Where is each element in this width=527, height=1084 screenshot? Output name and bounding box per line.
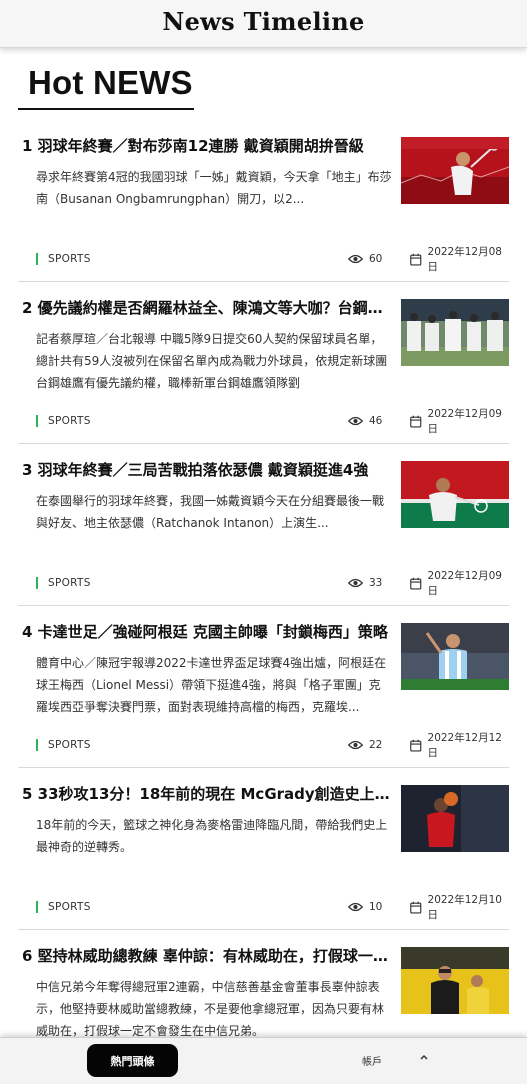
news-thumbnail[interactable] (401, 137, 509, 204)
news-meta: SPORTS 33 2022年12月09日 (36, 570, 509, 597)
eye-icon (348, 578, 363, 588)
view-count: 22 (348, 739, 410, 751)
publish-date-value: 2022年12月09日 (427, 408, 502, 435)
news-category[interactable]: SPORTS (48, 901, 348, 913)
calendar-icon (410, 415, 422, 428)
view-count: 46 (348, 415, 410, 427)
publish-date: 2022年12月10日 (410, 892, 509, 922)
news-summary: 18年前的今天，籃球之神化身為麥格雷迪降臨凡間，帶給我們史上最神奇的逆轉秀。 (36, 818, 388, 854)
news-feed: 1 羽球年終賽／對布莎南12連勝 戴資穎開胡拚晉級 尋求年終賽第4冠的我國羽球「… (18, 120, 509, 1084)
news-category[interactable]: SPORTS (48, 415, 348, 427)
news-summary: 中信兄弟今年奪得總冠軍2連霸，中信慈善基金會董事長辜仲諒表示，他堅持要林威助當總… (36, 980, 385, 1038)
publish-date: 2022年12月12日 (410, 730, 509, 760)
view-count: 33 (348, 577, 410, 589)
hot-headlines-button[interactable]: 熱門頭條 (87, 1044, 178, 1077)
news-meta: SPORTS 60 2022年12月08日 (36, 246, 509, 273)
eye-icon (348, 254, 363, 264)
app-title: News Timeline (162, 7, 365, 36)
news-card[interactable]: 1 羽球年終賽／對布莎南12連勝 戴資穎開胡拚晉級 尋求年終賽第4冠的我國羽球「… (18, 120, 509, 282)
news-category[interactable]: SPORTS (48, 253, 348, 265)
news-thumbnail[interactable] (401, 947, 509, 1014)
top-bar: News Timeline (0, 0, 527, 48)
news-meta: SPORTS 46 2022年12月09日 (36, 408, 509, 435)
view-count-value: 60 (369, 253, 383, 265)
publish-date: 2022年12月09日 (410, 406, 509, 436)
publish-date-value: 2022年12月08日 (427, 246, 502, 273)
view-count-value: 46 (369, 415, 383, 427)
view-count-value: 33 (369, 577, 383, 589)
eye-icon (348, 416, 363, 426)
news-card[interactable]: 2 優先議約權是否網羅林益全、陳鴻文等大咖？台鋼雄鷹保密 記者蔡厚瑄／台北報導 … (18, 282, 509, 444)
news-title[interactable]: 4 卡達世足／強碰阿根廷 克國主帥曝「封鎖梅西」策略 (22, 622, 392, 642)
calendar-icon (410, 253, 422, 266)
account-link[interactable]: 帳戶 (362, 1053, 382, 1068)
news-thumbnail[interactable] (401, 623, 509, 690)
news-card[interactable]: 4 卡達世足／強碰阿根廷 克國主帥曝「封鎖梅西」策略 體育中心／陳冠宇報導202… (18, 606, 509, 768)
chevron-up-icon[interactable] (418, 1052, 430, 1062)
section-heading: Hot NEWS (28, 64, 193, 101)
news-summary: 在泰國舉行的羽球年終賽，我國一姊戴資穎今天在分組賽最後一戰與好友、地主依瑟儂（R… (36, 494, 385, 530)
news-thumbnail[interactable] (401, 461, 509, 528)
category-marker (36, 901, 38, 913)
news-card[interactable]: 5 33秒攻13分！18年前的現在 McGrady創造史上最神奇逆轉秀 18年前… (18, 768, 509, 930)
eye-icon (348, 740, 363, 750)
news-title[interactable]: 5 33秒攻13分！18年前的現在 McGrady創造史上最神奇逆轉秀 (22, 784, 392, 804)
bottom-nav: 熱門頭條 帳戶 (0, 1037, 527, 1084)
news-thumbnail[interactable] (401, 299, 509, 366)
news-summary: 體育中心／陳冠宇報導2022卡達世界盃足球賽4強出爐，阿根廷在球王梅西（Lion… (36, 656, 387, 714)
category-marker (36, 415, 38, 427)
category-marker (36, 739, 38, 751)
news-meta: SPORTS 10 2022年12月10日 (36, 894, 509, 921)
category-marker (36, 577, 38, 589)
category-marker (36, 253, 38, 265)
calendar-icon (410, 901, 422, 914)
publish-date: 2022年12月09日 (410, 568, 509, 598)
news-category[interactable]: SPORTS (48, 739, 348, 751)
news-thumbnail[interactable] (401, 785, 509, 852)
news-summary: 尋求年終賽第4冠的我國羽球「一姊」戴資穎，今天拿「地主」布莎南（Busanan … (36, 170, 392, 206)
view-count-value: 22 (369, 739, 383, 751)
view-count: 10 (348, 901, 410, 913)
calendar-icon (410, 577, 422, 590)
news-summary: 記者蔡厚瑄／台北報導 中職5隊9日提交60人契約保留球員名單，總計共有59人沒被… (36, 332, 388, 390)
publish-date: 2022年12月08日 (410, 244, 509, 274)
news-title[interactable]: 3 羽球年終賽／三局苦戰拍落依瑟儂 戴資穎挺進4強 (22, 460, 392, 480)
news-title[interactable]: 1 羽球年終賽／對布莎南12連勝 戴資穎開胡拚晉級 (22, 136, 392, 156)
news-title[interactable]: 6 堅持林威助總教練 辜仲諒：有林威助在，打假球一定不會發生 (22, 946, 392, 966)
news-category[interactable]: SPORTS (48, 577, 348, 589)
news-meta: SPORTS 22 2022年12月12日 (36, 732, 509, 759)
calendar-icon (410, 739, 422, 752)
news-card[interactable]: 3 羽球年終賽／三局苦戰拍落依瑟儂 戴資穎挺進4強 在泰國舉行的羽球年終賽，我國… (18, 444, 509, 606)
view-count-value: 10 (369, 901, 383, 913)
view-count: 60 (348, 253, 410, 265)
news-title[interactable]: 2 優先議約權是否網羅林益全、陳鴻文等大咖？台鋼雄鷹保密 (22, 298, 392, 318)
publish-date-value: 2022年12月09日 (427, 570, 502, 597)
publish-date-value: 2022年12月10日 (427, 894, 502, 921)
section-heading-wrap: Hot NEWS (18, 64, 194, 110)
publish-date-value: 2022年12月12日 (427, 732, 502, 759)
eye-icon (348, 902, 363, 912)
